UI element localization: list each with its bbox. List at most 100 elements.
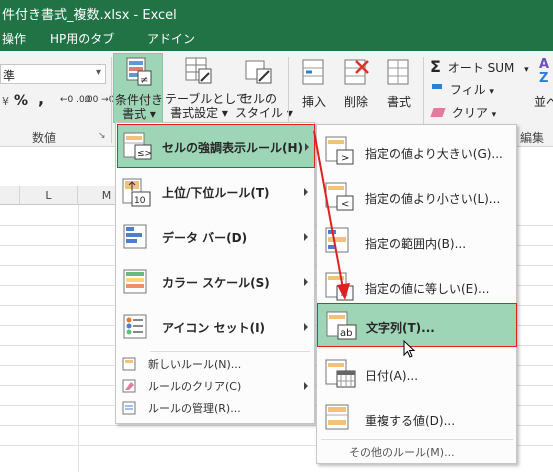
fill-label: フィル — [449, 83, 486, 97]
group-separator — [111, 57, 112, 143]
submenu-item-label: 日付(A)... — [365, 369, 419, 383]
ribbon-tabs: 操作 HP用のタブ アドイン — [0, 24, 553, 51]
menu-item-highlight-rules[interactable]: ≤> セルの強調表示ルール(H) — [117, 124, 315, 168]
duplicate-values-icon — [325, 404, 349, 430]
svg-text:<: < — [341, 199, 349, 210]
chevron-down-icon: ▾ — [489, 87, 494, 97]
menu-item-top-bottom-rules[interactable]: 10 上位/下位ルール(T) — [116, 170, 316, 214]
between-icon — [325, 227, 349, 253]
conditional-format-icon: ≠ — [126, 57, 152, 86]
number-group-label: 数値 — [32, 131, 57, 145]
format-button[interactable]: 書式 — [380, 53, 418, 123]
column-header-l[interactable]: L — [20, 186, 78, 205]
greater-than-icon: > — [325, 136, 354, 165]
date-icon — [325, 359, 356, 388]
mouse-cursor-icon — [403, 340, 416, 358]
submenu-item-label: 指定の範囲内(B)... — [365, 237, 467, 251]
svg-text:≠: ≠ — [140, 75, 148, 86]
submenu-item-equal-to[interactable]: = 指定の値に等しい(E)... — [317, 264, 517, 308]
cell-style-icon — [245, 60, 272, 84]
insert-label: 挿入 — [301, 95, 326, 109]
decrease-decimal-button[interactable]: .00 →0 — [84, 95, 114, 105]
menu-item-manage-rules[interactable]: ルールの管理(R)... — [116, 397, 316, 419]
submenu-item-greater-than[interactable]: > 指定の値より大きい(G)... — [317, 129, 517, 173]
delete-icon — [344, 59, 369, 85]
menu-item-data-bar[interactable]: データ バー(D) — [116, 215, 316, 259]
conditional-format-label-2: 書式 ▾ — [122, 107, 156, 121]
svg-text:≤>: ≤> — [137, 149, 152, 159]
percent-button[interactable]: % — [14, 93, 28, 109]
submenu-item-between[interactable]: 指定の範囲内(B)... — [317, 219, 517, 263]
equal-to-icon: = — [325, 272, 354, 301]
submenu-arrow-icon — [304, 323, 308, 331]
menu-item-label: 新しいルール(N)... — [148, 358, 242, 371]
tab-hp[interactable]: HP用のタブ — [50, 30, 114, 47]
cell-style-button[interactable]: セルの スタイル ▾ — [235, 53, 293, 123]
insert-icon — [302, 59, 324, 85]
table-icon — [185, 57, 212, 84]
highlight-rules-icon: ≤> — [123, 132, 152, 160]
submenu-item-label: 指定の値より大きい(G)... — [365, 147, 503, 161]
sort-az-icon: A — [539, 57, 550, 72]
submenu-arrow-icon — [304, 188, 308, 196]
menu-separator — [150, 351, 310, 352]
menu-item-label: アイコン セット(I) — [162, 321, 266, 335]
data-bar-icon — [123, 224, 147, 249]
menu-item-label: 上位/下位ルール(T) — [162, 186, 270, 200]
menu-item-new-rule[interactable]: 新しいルール(N)... — [116, 353, 316, 375]
tab-addin[interactable]: アドイン — [147, 30, 195, 47]
clear-button[interactable]: クリア ▾ — [430, 104, 496, 122]
svg-text:10: 10 — [134, 196, 146, 206]
tab-operation[interactable]: 操作 — [2, 30, 26, 47]
submenu-item-label: 指定の値に等しい(E)... — [365, 282, 490, 296]
dialog-launcher-icon[interactable]: ↘ — [98, 131, 106, 141]
conditional-format-menu: ≤> セルの強調表示ルール(H) 10 上位/下位ルール(T) データ バー(D… — [115, 122, 315, 424]
clear-rules-icon — [122, 379, 136, 393]
format-icon — [387, 59, 409, 85]
conditional-format-button[interactable]: ≠ 条件付き 書式 ▾ — [113, 53, 163, 123]
submenu-item-duplicate-values[interactable]: 重複する値(D)... — [317, 396, 517, 440]
sigma-icon: Σ — [430, 57, 441, 76]
svg-text:=: = — [340, 289, 348, 300]
insert-button[interactable]: 挿入 — [296, 53, 332, 123]
menu-item-clear-rules[interactable]: ルールのクリア(C) — [116, 375, 316, 397]
submenu-item-less-than[interactable]: < 指定の値より小さい(L)... — [317, 174, 517, 218]
currency-icon[interactable]: ¥ — [2, 95, 9, 108]
submenu-item-label: 重複する値(D)... — [365, 414, 456, 428]
menu-item-icon-set[interactable]: アイコン セット(I) — [116, 305, 316, 349]
color-scale-icon — [123, 269, 147, 294]
sort-z-icon: Z — [539, 71, 549, 86]
sort-label: 並べ — [534, 95, 553, 109]
cell-style-label-1: セルの — [240, 92, 277, 106]
sort-button[interactable]: A Z 並べ — [524, 55, 553, 125]
submenu-item-more-rules[interactable]: その他のルール(M)... — [317, 441, 517, 463]
svg-text:>: > — [341, 153, 349, 164]
conditional-format-label-1: 条件付き — [114, 93, 163, 107]
autosum-label: オート SUM — [447, 61, 515, 75]
column-header[interactable] — [0, 186, 20, 205]
number-format-box[interactable]: 準 ▾ — [0, 64, 106, 84]
title-bar: 件付き書式_複数.xlsx - Excel — [0, 0, 553, 24]
delete-button[interactable]: 削除 — [336, 53, 376, 123]
new-rule-icon — [122, 357, 136, 371]
menu-item-color-scale[interactable]: カラー スケール(S) — [116, 260, 316, 304]
submenu-item-label: 指定の値より小さい(L)... — [365, 192, 501, 206]
delete-label: 削除 — [343, 95, 368, 109]
highlight-rules-submenu: > 指定の値より大きい(G)... < 指定の値より小さい(L)... 指定の範… — [316, 124, 517, 464]
cell-style-label-2: スタイル ▾ — [235, 106, 293, 120]
window-title: 件付き書式_複数.xlsx - Excel — [2, 8, 177, 23]
menu-item-label: データ バー(D) — [162, 231, 248, 245]
format-as-table-button[interactable]: テーブルとして 書式設定 ▾ — [165, 53, 248, 123]
number-format-value: 準 — [3, 69, 16, 83]
submenu-arrow-icon — [305, 143, 309, 151]
svg-text:ab: ab — [340, 328, 352, 339]
top-bottom-icon: 10 — [122, 178, 151, 207]
eraser-icon — [430, 108, 446, 117]
autosum-button[interactable]: Σ オート SUM ▾ — [430, 57, 529, 76]
submenu-arrow-icon — [304, 382, 308, 390]
format-label: 書式 — [386, 95, 411, 109]
edit-group-label: 編集 — [520, 131, 545, 145]
fill-button[interactable]: フィル ▾ — [432, 81, 494, 99]
manage-rules-icon — [122, 401, 136, 415]
comma-button[interactable]: , — [38, 89, 44, 108]
